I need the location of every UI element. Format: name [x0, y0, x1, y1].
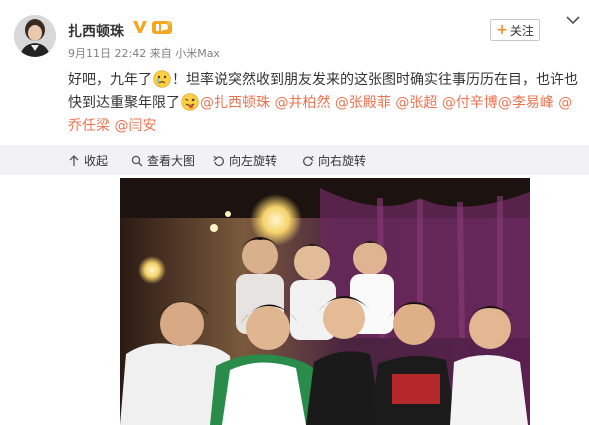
rotate-right-label: 向右旋转: [318, 154, 367, 168]
follow-button[interactable]: + 关注: [490, 19, 540, 41]
rotate-right-button[interactable]: 向右旋转: [302, 152, 366, 169]
magnifier-icon: [131, 155, 143, 166]
mention-link[interactable]: @扎西顿珠: [200, 95, 270, 111]
crying-emoji-icon: [153, 70, 171, 88]
post-meta: 9月11日 22:42 来自 小米Max: [68, 45, 220, 61]
avatar-image: [14, 15, 56, 57]
plus-icon: +: [496, 22, 508, 38]
verified-v-icon: [133, 21, 147, 33]
avatar[interactable]: [14, 15, 56, 57]
image-action-bar: 收起 查看大图 向左旋转 向右旋转: [0, 145, 589, 175]
rotate-left-label: 向左旋转: [229, 154, 278, 168]
post-text: 好吧，九年了 ！坦率说突然收到朋友发来的这张图时确实往事历历在目，也许也快到达重聚…: [68, 69, 578, 138]
username[interactable]: 扎西顿珠: [68, 21, 124, 41]
mention-link[interactable]: @井柏然: [274, 95, 330, 111]
post-date: 9月11日 22:42: [68, 47, 147, 60]
mention-link[interactable]: @张殿菲: [335, 95, 391, 111]
rotate-right-icon: [303, 155, 314, 166]
rotate-left-icon: [213, 155, 224, 166]
rotate-left-button[interactable]: 向左旋转: [213, 152, 277, 169]
mention-link[interactable]: @李易峰: [498, 95, 554, 111]
source-prefix: 来自: [149, 47, 172, 60]
view-large-button[interactable]: 查看大图: [131, 152, 195, 169]
chevron-down-icon[interactable]: [566, 15, 580, 25]
mention-link[interactable]: @闫安: [114, 118, 156, 134]
vip-badge-icon: [152, 21, 172, 34]
mention-link[interactable]: @付辛博: [442, 95, 498, 111]
view-large-label: 查看大图: [147, 154, 196, 168]
tongue-emoji-icon: [181, 93, 199, 111]
collapse-button[interactable]: 收起: [68, 152, 108, 169]
collapse-label: 收起: [84, 154, 109, 168]
group-photo-image: [120, 178, 530, 425]
arrow-up-icon: [69, 154, 79, 166]
post-photo[interactable]: [120, 178, 530, 425]
post-source[interactable]: 小米Max: [175, 47, 220, 60]
mention-link[interactable]: @张超: [395, 95, 437, 111]
post-text-part1: 好吧，九年了: [68, 72, 152, 88]
follow-label: 关注: [509, 23, 534, 38]
